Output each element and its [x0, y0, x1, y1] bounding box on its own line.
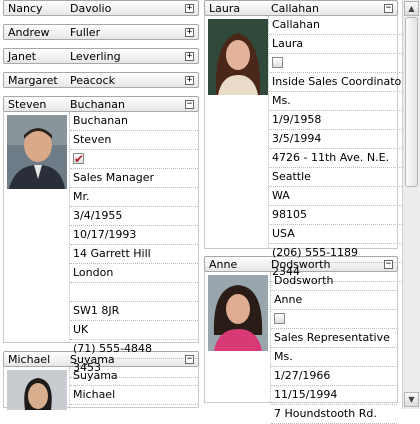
card-header-anne[interactable]: Anne Dodsworth −: [204, 256, 398, 272]
expand-icon[interactable]: +: [185, 75, 194, 85]
field-row: Suyama: [70, 367, 198, 386]
last-name: Suyama: [70, 352, 115, 366]
card-header-steven[interactable]: Steven Buchanan −: [3, 96, 199, 112]
field-row: UK: [70, 321, 198, 340]
field-row: Buchanan: [70, 112, 198, 131]
field-row: 7 Houndstooth Rd.: [271, 405, 397, 424]
last-name: Davolio: [70, 1, 112, 15]
first-name: Laura: [209, 1, 241, 15]
field-row: 98105: [269, 206, 406, 225]
employee-photo: [7, 115, 67, 189]
expand-icon[interactable]: +: [185, 27, 194, 37]
checkbox-icon[interactable]: [274, 312, 285, 324]
left-column: Nancy Davolio + Andrew Fuller + Janet Le…: [3, 0, 199, 416]
field-row: 11/15/1994: [271, 386, 397, 405]
last-name: Peacock: [70, 73, 115, 87]
card-header-nancy[interactable]: Nancy Davolio +: [3, 0, 199, 16]
employee-photo: [7, 370, 67, 410]
field-row: 1/9/1958: [269, 111, 406, 130]
first-name: Anne: [209, 257, 238, 271]
photo-anne: [205, 272, 271, 402]
photo-michael: [4, 367, 70, 410]
field-row: 3/4/1955: [70, 207, 198, 226]
field-row[interactable]: [70, 150, 198, 169]
field-row: Dodsworth: [271, 272, 397, 291]
first-name: Margaret: [8, 73, 58, 87]
field-row: Michael: [70, 386, 198, 405]
card-michael: Michael Suyama − Suyama Michael: [3, 351, 199, 410]
last-name: Buchanan: [70, 97, 125, 111]
field-row[interactable]: [271, 310, 397, 329]
right-column: Laura Callahan − Callahan Laura Inside Sal…: [204, 0, 406, 424]
first-name: Steven: [8, 97, 47, 111]
field-row: 1/27/1966: [271, 367, 397, 386]
field-row: USA: [269, 225, 406, 244]
field-row: [70, 283, 198, 302]
field-row: 14 Garrett Hill: [70, 245, 198, 264]
employee-photo: [208, 19, 268, 95]
collapse-icon[interactable]: −: [185, 99, 194, 109]
card-laura: Laura Callahan − Callahan Laura Inside Sal…: [204, 0, 406, 282]
card-header-margaret[interactable]: Margaret Peacock +: [3, 72, 199, 88]
field-row: Ms.: [269, 92, 406, 111]
first-name: Janet: [8, 49, 37, 63]
card-header-laura[interactable]: Laura Callahan −: [204, 0, 398, 16]
first-name: Nancy: [8, 1, 43, 15]
scroll-thumb[interactable]: [405, 17, 418, 187]
field-row: Mr.: [70, 188, 198, 207]
photo-steven: [4, 112, 70, 342]
expand-icon[interactable]: +: [185, 51, 194, 61]
photo-laura: [205, 16, 269, 248]
field-row: 3/5/1994: [269, 130, 406, 149]
last-name: Dodsworth: [271, 257, 331, 271]
field-row: Anne: [271, 291, 397, 310]
field-row: Laura: [269, 35, 406, 54]
checkbox-icon[interactable]: [272, 56, 283, 68]
field-row: Callahan: [269, 16, 406, 35]
last-name: Leverling: [70, 49, 121, 63]
field-row: London: [70, 264, 198, 283]
expand-icon[interactable]: +: [185, 3, 194, 13]
card-header-andrew[interactable]: Andrew Fuller +: [3, 24, 199, 40]
first-name: Michael: [8, 352, 51, 366]
first-name: Andrew: [8, 25, 50, 39]
field-row: Seattle: [269, 168, 406, 187]
field-row: Ms.: [271, 348, 397, 367]
field-row: Sales Representative: [271, 329, 397, 348]
collapse-icon[interactable]: −: [185, 354, 194, 364]
checkbox-checked-icon[interactable]: [73, 150, 84, 168]
field-row: WA: [269, 187, 406, 206]
fields-anne: Dodsworth Anne Sales Representative Ms. 1/27…: [271, 272, 397, 424]
scroll-up-icon[interactable]: ▲: [404, 1, 419, 16]
card-header-janet[interactable]: Janet Leverling +: [3, 48, 199, 64]
card-header-michael[interactable]: Michael Suyama −: [3, 351, 199, 367]
fields-steven: BuchananSteven Sales ManagerMr.3/4/195510…: [70, 112, 198, 378]
field-row: 4726 - 11th Ave. N.E.: [269, 149, 406, 168]
collapse-icon[interactable]: −: [384, 3, 393, 13]
field-row: Inside Sales Coordinator: [269, 73, 406, 92]
last-name: Fuller: [70, 25, 101, 39]
last-name: Callahan: [271, 1, 319, 15]
field-row: Sales Manager: [70, 169, 198, 188]
field-row: SW1 8JR: [70, 302, 198, 321]
fields-michael: Suyama Michael: [70, 367, 198, 407]
card-steven: Steven Buchanan − BuchananStevenSales Ma…: [3, 96, 199, 378]
collapse-icon[interactable]: −: [384, 259, 393, 269]
fields-laura: Callahan Laura Inside Sales Coordinator Ms.…: [269, 16, 406, 282]
field-row[interactable]: [269, 54, 406, 73]
card-anne: Anne Dodsworth − Dodsworth Anne Sales Repr…: [204, 256, 398, 424]
scroll-down-icon[interactable]: ▼: [404, 392, 419, 407]
vertical-scrollbar[interactable]: ▲ ▼: [402, 0, 420, 409]
employee-photo: [208, 275, 268, 351]
field-row: Steven: [70, 131, 198, 150]
field-row: 10/17/1993: [70, 226, 198, 245]
